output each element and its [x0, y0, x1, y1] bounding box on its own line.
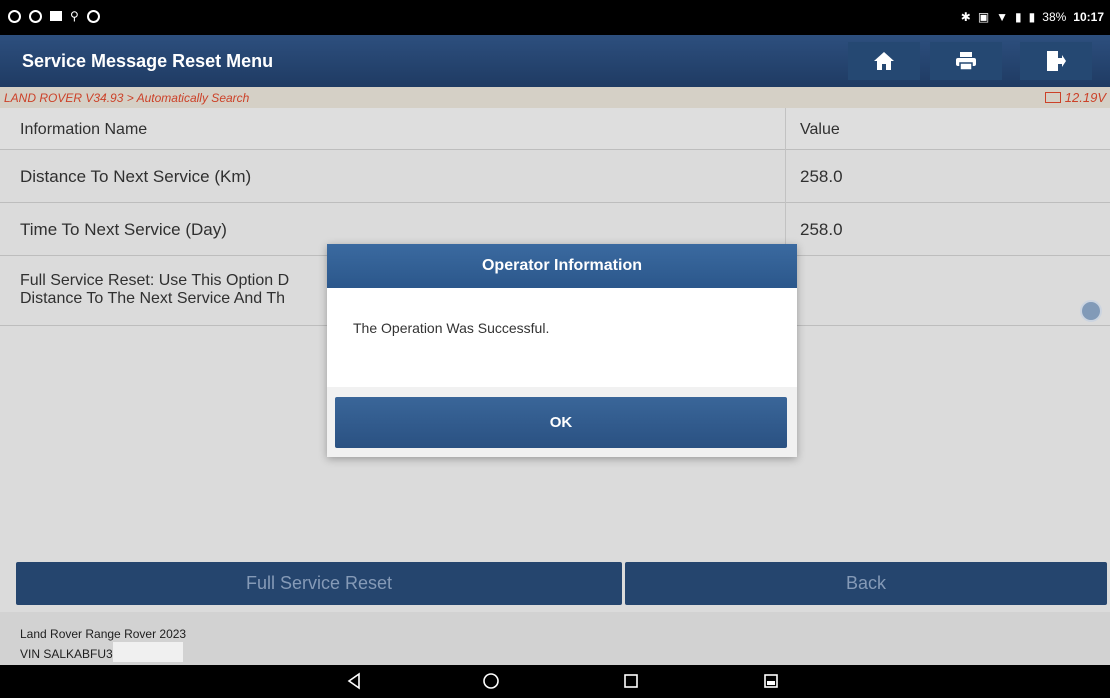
- nav-recents-icon[interactable]: [622, 671, 640, 691]
- app-header: Service Message Reset Menu: [0, 35, 1110, 87]
- home-button[interactable]: [848, 42, 920, 80]
- dialog-message: The Operation Was Successful.: [353, 320, 550, 336]
- nav-back-icon[interactable]: [346, 671, 362, 691]
- status-icons-right: ✱ ▣ ▼ ▮ ▮ 38% 10:17: [961, 10, 1104, 24]
- status-icons-left: ⚲: [8, 9, 100, 23]
- operator-info-dialog: Operator Information The Operation Was S…: [327, 244, 797, 457]
- battery-icon: ▮: [1028, 10, 1036, 24]
- screenshot-icon[interactable]: [762, 671, 780, 691]
- nav-home-icon[interactable]: [481, 671, 501, 691]
- dialog-title: Operator Information: [327, 244, 797, 288]
- exit-button[interactable]: [1020, 42, 1092, 80]
- sync-icon-2: [29, 9, 42, 23]
- home-icon: [874, 52, 894, 70]
- sync-icon: [8, 9, 21, 23]
- exit-icon: [1047, 51, 1066, 71]
- page-title: Service Message Reset Menu: [22, 51, 274, 71]
- print-button[interactable]: [930, 42, 1002, 80]
- image-icon: [50, 11, 62, 21]
- wifi-icon: ▼: [996, 10, 1009, 24]
- signal-icon: ▮: [1015, 10, 1022, 24]
- clock: 10:17: [1073, 10, 1104, 24]
- vibrate-icon: ▣: [977, 10, 990, 24]
- ok-button[interactable]: OK: [335, 397, 787, 448]
- print-icon: [956, 52, 976, 71]
- system-nav-bar: [0, 665, 1110, 698]
- battery-percent: 38%: [1042, 10, 1067, 24]
- usb-icon: ⚲: [70, 9, 79, 23]
- status-bar: ⚲ ✱ ▣ ▼ ▮ ▮ 38% 10:17: [0, 0, 1110, 35]
- bluetooth-status-icon: ✱: [960, 10, 971, 24]
- bluetooth-icon: [86, 9, 100, 23]
